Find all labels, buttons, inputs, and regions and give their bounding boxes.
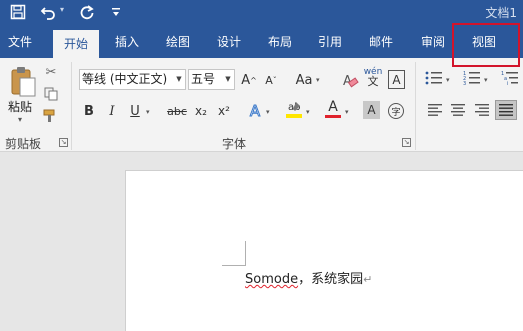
font-name-combo[interactable]: 等线 (中文正文) ▼	[79, 69, 186, 90]
font-size-combo[interactable]: 五号 ▼	[188, 69, 235, 90]
group-separator	[415, 62, 416, 150]
tab-draw[interactable]: 绘图	[157, 26, 199, 58]
bullets-icon[interactable]	[423, 68, 445, 88]
customize-qat-icon[interactable]	[108, 1, 124, 23]
italic-button[interactable]: I	[104, 100, 120, 122]
paste-icon[interactable]	[9, 66, 37, 98]
tab-references[interactable]: 引用	[309, 26, 351, 58]
numbering-icon[interactable]: 123	[461, 68, 483, 88]
chevron-down-icon[interactable]: ▾	[146, 108, 150, 116]
cut-icon[interactable]: ✂	[41, 63, 61, 81]
document-title: 文档1	[485, 6, 517, 20]
align-left-icon[interactable]	[424, 100, 446, 120]
align-right-icon[interactable]	[471, 100, 493, 120]
title-bar: ▾ 文档1	[0, 0, 523, 26]
underline-button[interactable]: U	[127, 100, 143, 122]
chevron-down-icon[interactable]: ▾	[446, 76, 450, 84]
enclose-characters-icon: 字	[388, 103, 404, 119]
align-center-icon[interactable]	[447, 100, 469, 120]
font-color-icon: A	[328, 99, 338, 115]
clear-formatting-icon: A	[343, 74, 359, 89]
character-border-button[interactable]: A	[388, 70, 405, 89]
clipboard-group-label: 剪贴板	[5, 137, 42, 151]
tab-layout[interactable]: 布局	[259, 26, 301, 58]
misspelled-word[interactable]: Somode	[245, 272, 298, 287]
tab-mailings[interactable]: 邮件	[360, 26, 402, 58]
bold-button[interactable]: B	[81, 100, 97, 122]
shrink-font-button[interactable]: Aˇ	[262, 69, 280, 91]
redo-icon[interactable]	[76, 1, 98, 23]
grow-font-button[interactable]: A ^	[240, 69, 258, 91]
document-canvas: Somode，系统家园↵	[0, 153, 523, 331]
tab-review[interactable]: 审阅	[412, 26, 454, 58]
font-launcher-icon[interactable]: ↘	[402, 138, 411, 147]
phonetic-guide-button[interactable]: wén 文	[362, 66, 384, 88]
tab-design[interactable]: 设计	[208, 26, 250, 58]
character-border-icon: A	[392, 72, 401, 87]
undo-icon[interactable]	[38, 1, 58, 23]
chevron-down-icon[interactable]: ▼	[222, 70, 234, 89]
tab-file[interactable]: 文件	[0, 26, 40, 58]
phonetic-guide-char: 文	[367, 75, 379, 88]
font-color-swatch	[325, 115, 341, 118]
ribbon-home: 粘贴 ▾ ✂ 剪贴板 ↘ 等线 (中文正文) ▼ 五号 ▼ A ^ Aˇ Aa ▾…	[0, 58, 523, 152]
document-text-rest: ，系统家园	[298, 272, 364, 287]
chevron-down-icon[interactable]: ▾	[484, 76, 488, 84]
save-icon[interactable]	[6, 1, 30, 23]
document-text[interactable]: Somode，系统家园↵	[245, 268, 372, 287]
group-separator	[71, 62, 72, 150]
paragraph-mark-icon: ↵	[363, 273, 373, 286]
svg-text:3: 3	[463, 81, 466, 86]
strikethrough-button[interactable]: abc	[166, 100, 188, 122]
chevron-down-icon[interactable]: ▾	[345, 108, 349, 116]
font-name-value: 等线 (中文正文)	[82, 72, 168, 86]
ribbon-tab-bar: 文件 开始 插入 绘图 设计 布局 引用 邮件 审阅 视图	[0, 26, 523, 58]
enclose-characters-button[interactable]: 字	[386, 100, 406, 122]
change-case-icon: Aa	[295, 72, 313, 88]
highlighter-icon: ab	[286, 102, 302, 118]
change-case-button[interactable]: Aa	[292, 69, 316, 91]
superscript-button[interactable]: x²	[215, 100, 233, 122]
clipboard-launcher-icon[interactable]: ↘	[59, 138, 68, 147]
character-shading-button[interactable]: A	[363, 101, 380, 119]
document-page[interactable]: Somode，系统家园↵	[125, 170, 523, 331]
tab-home[interactable]: 开始	[53, 30, 99, 58]
font-color-button[interactable]: A	[323, 98, 343, 120]
paste-dropdown-icon[interactable]: ▾	[18, 115, 22, 124]
shrink-font-icon: A	[265, 73, 273, 87]
chevron-down-icon[interactable]: ▾	[266, 108, 270, 116]
justify-icon[interactable]	[495, 100, 517, 120]
multilevel-list-icon[interactable]: 1ai	[499, 68, 521, 88]
clear-formatting-button[interactable]: A	[340, 69, 360, 91]
font-size-value: 五号	[191, 72, 216, 86]
svg-text:i: i	[507, 81, 508, 86]
view-tab-highlight	[452, 23, 520, 67]
grow-font-icon: A	[241, 72, 251, 88]
tab-insert[interactable]: 插入	[106, 26, 148, 58]
margin-corner-mark	[222, 265, 245, 266]
copy-icon[interactable]	[41, 85, 61, 103]
font-group-label: 字体	[222, 137, 247, 151]
chevron-down-icon[interactable]: ▼	[173, 70, 185, 89]
text-effects-button[interactable]: A	[246, 100, 264, 122]
highlight-button[interactable]: ab	[284, 98, 304, 120]
paste-label[interactable]: 粘贴	[8, 98, 32, 115]
margin-corner-mark	[245, 241, 246, 266]
subscript-button[interactable]: x₂	[192, 100, 210, 122]
chevron-down-icon[interactable]: ▾	[316, 76, 320, 84]
chevron-down-icon[interactable]: ▾	[306, 108, 310, 116]
undo-dropdown-icon[interactable]: ▾	[60, 5, 64, 14]
format-painter-icon[interactable]	[41, 107, 61, 125]
